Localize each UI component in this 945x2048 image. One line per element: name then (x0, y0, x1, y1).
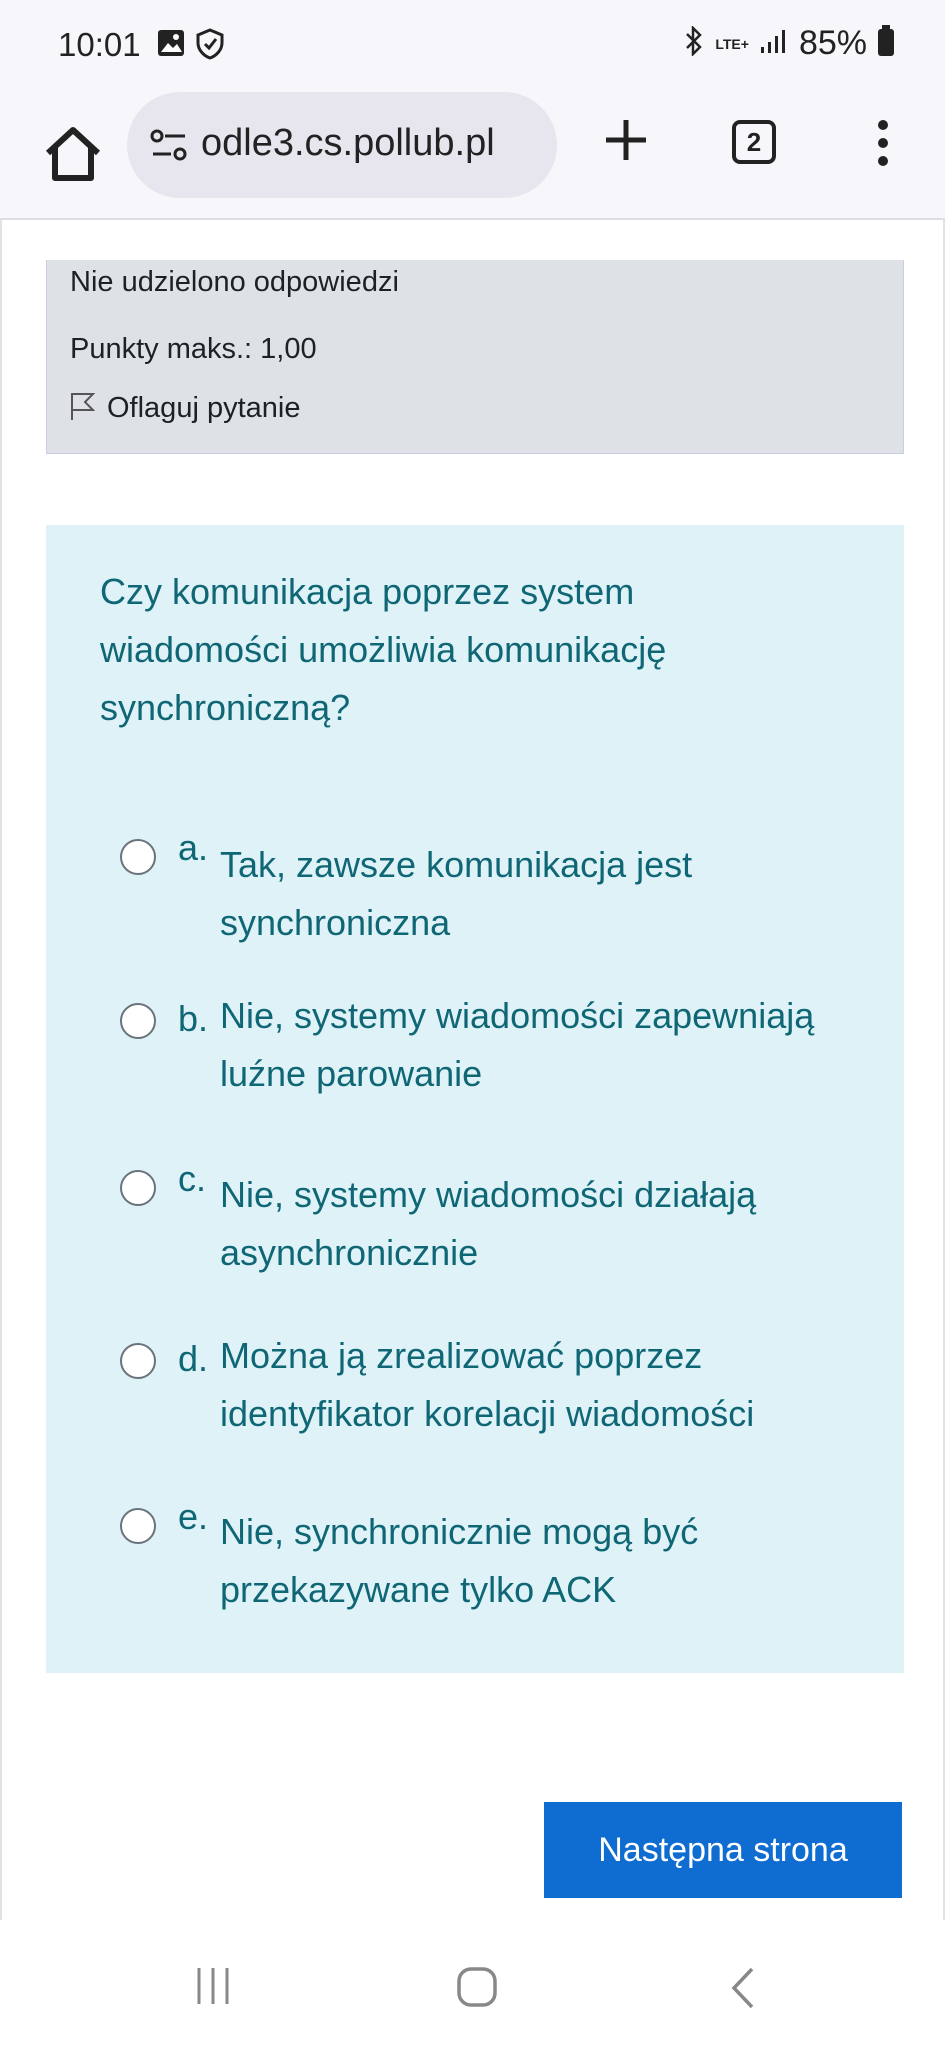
question-info-panel: Nie udzielono odpowiedzi Punkty maks.: 1… (46, 260, 904, 454)
shield-icon (194, 28, 226, 65)
battery-icon (877, 25, 895, 62)
recent-apps-button[interactable] (193, 1966, 233, 2011)
browser-toolbar: odle3.cs.pollub.pl 2 (0, 90, 945, 220)
flag-question-link[interactable]: Oflaguj pytanie (69, 391, 300, 426)
answer-status: Nie udzielono odpowiedzi (70, 266, 399, 298)
page-content: Nie udzielono odpowiedzi Punkty maks.: 1… (0, 220, 945, 1920)
option-letter: e. (178, 1496, 209, 1537)
home-icon (38, 127, 108, 194)
option-letter: a. (178, 827, 209, 868)
status-right: LTE+ 85% (683, 24, 895, 63)
option-text: Tak, zawsze komunikacja jest synchronicz… (220, 844, 693, 943)
system-navigation-bar (0, 1920, 945, 2048)
more-vertical-icon (868, 120, 898, 172)
next-page-button[interactable]: Następna strona (544, 1802, 902, 1898)
question-panel: Czy komunikacja poprzez system wiadomośc… (46, 525, 904, 1673)
url-text: odle3.cs.pollub.pl (201, 122, 495, 164)
bluetooth-icon (683, 24, 705, 61)
site-settings-icon[interactable] (149, 126, 189, 171)
more-menu-button[interactable] (868, 118, 898, 168)
gallery-icon (156, 28, 186, 63)
radio-button[interactable] (120, 1170, 156, 1206)
option-letter: b. (178, 998, 209, 1039)
battery-level: 85% (798, 24, 867, 62)
option-text: Nie, systemy wiadomości zapewniają luźne… (220, 995, 815, 1094)
status-bar: 10:01 LTE+ 85% (0, 0, 945, 90)
network-label: LTE+ (715, 35, 749, 52)
home-nav-button[interactable] (456, 1966, 498, 2013)
radio-button[interactable] (120, 1508, 156, 1544)
address-bar[interactable]: odle3.cs.pollub.pl (127, 92, 557, 198)
option-letter: c. (178, 1158, 207, 1199)
tab-switcher-button[interactable]: 2 (732, 120, 776, 164)
radio-button[interactable] (120, 1003, 156, 1039)
radio-button[interactable] (120, 1343, 156, 1379)
status-time: 10:01 (58, 26, 141, 63)
max-points: Punkty maks.: 1,00 (70, 333, 317, 365)
home-button[interactable] (38, 120, 108, 190)
signal-icon (759, 27, 789, 60)
back-nav-button[interactable] (728, 1966, 758, 2015)
option-text: Nie, systemy wiadomości działają asynchr… (220, 1174, 757, 1273)
option-text: Nie, synchronicznie mogą być przekazywan… (220, 1511, 699, 1610)
flag-question-label: Oflaguj pytanie (107, 392, 301, 424)
plus-icon (598, 120, 654, 172)
flag-icon (69, 391, 96, 426)
option-letter: d. (178, 1338, 209, 1379)
new-tab-button[interactable] (598, 112, 654, 168)
option-text: Można ją zrealizować poprzez identyfikat… (220, 1335, 755, 1434)
question-text: Czy komunikacja poprzez system wiadomośc… (100, 571, 667, 728)
radio-button[interactable] (120, 839, 156, 875)
